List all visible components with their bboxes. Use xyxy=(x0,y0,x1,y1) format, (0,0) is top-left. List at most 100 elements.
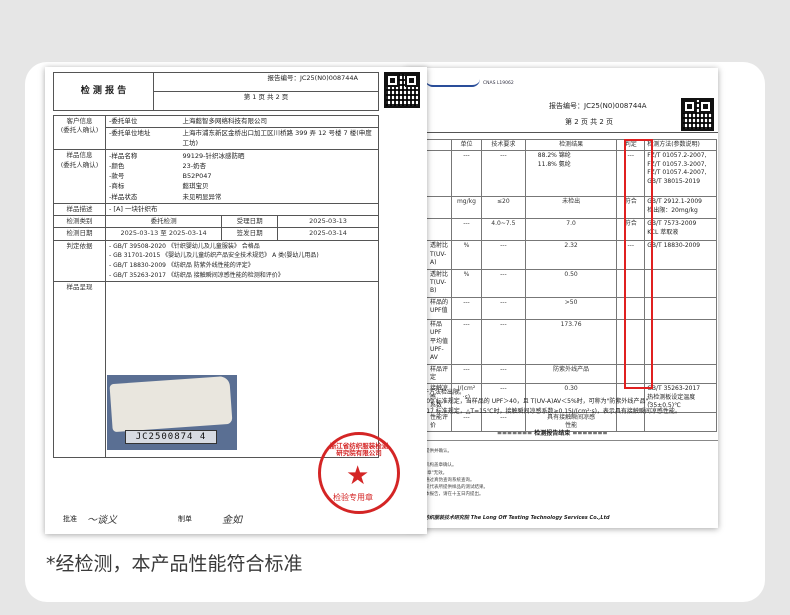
cnas-logo-text: CNAS L19062 xyxy=(483,81,514,86)
test-date-label: 检测日期 xyxy=(53,227,106,241)
cell-req: 4.0~7.5 xyxy=(480,218,526,242)
cell-unit: --- xyxy=(450,296,482,320)
cell-req: --- xyxy=(480,150,526,198)
client-unit-label: -委托单位 xyxy=(105,114,180,129)
cell-result: >50 xyxy=(524,296,618,320)
client-address-label: -委托单位地址 xyxy=(105,127,180,151)
client-unit-value: 上海懿智多网络科技有限公司 xyxy=(179,114,379,129)
style-label: -款号 xyxy=(109,172,125,181)
table-row: 样品 UPF 平均值 UPF-AV --- --- 173.76 xyxy=(405,318,717,365)
cell-unit: --- xyxy=(450,363,482,385)
sample-name-value: 99129-针织冰感防晒 xyxy=(182,152,245,161)
client-info-label: 客户信息 (委托人确认) xyxy=(53,114,106,151)
sample-desc-label: 样品描述 xyxy=(53,202,106,217)
style-value: B52P047 xyxy=(182,172,212,181)
header-result: 检测结果 xyxy=(524,138,618,152)
cell-req: --- xyxy=(480,296,526,320)
state-label: -样品状态 xyxy=(109,192,138,201)
cell-method: GB/T 2912.1-2009 检出限：20mg/kg xyxy=(644,196,717,220)
basis-item: - GB/T 35263-2017 《纺织品 接触瞬间凉感性能的检测和评价》 xyxy=(109,271,284,279)
cell-method xyxy=(644,363,717,385)
table-row: 样品信息 (委托人确认) -样品名称 -颜色 -款号 -商标 -样品状态 991… xyxy=(53,149,379,204)
header-method: 检测方法(参数说明) xyxy=(644,138,717,152)
sample-photo: JC2500874 4 xyxy=(107,375,237,450)
basis-label: 判定依据 xyxy=(53,239,106,283)
notes: 表示小于方法检出限。 830-2009 标准规定，当样品的 UPF＞40，且 T… xyxy=(405,388,718,416)
header-requirement: 技术要求 xyxy=(480,138,526,152)
cell-unit: % xyxy=(450,268,482,298)
basis-item: - GB/T 18830-2009 《纺织品 防紫外线性能的评定》 xyxy=(109,262,254,270)
cell-result: 2.32 xyxy=(524,240,618,270)
note-line: 830-2009 标准规定，当样品的 UPF＞40，且 T(UV-A)AV＜5%… xyxy=(405,398,655,406)
cell-result: 88.2% 锦纶 11.8% 氨纶 xyxy=(524,150,618,198)
conclusion-caption: *经检测，本产品性能符合标准 xyxy=(46,553,303,575)
issue-date-label: 签发日期 xyxy=(221,227,279,241)
table-header: 项目 单位 技术要求 检测结果 判定 检测方法(参数说明) xyxy=(405,138,717,152)
report-header-table: 检 测 报 告 报告编号：JC25(N0)008744A 第 1 页 共 2 页 xyxy=(53,72,379,111)
sample-field-labels: -样品名称 -颜色 -款号 -商标 -样品状态 xyxy=(105,149,180,204)
cell-result: 0.50 xyxy=(524,268,618,298)
sample-desc-value: - [A] 一块针织布 xyxy=(105,202,379,217)
sample-photo-label: 样品呈现 xyxy=(53,281,106,459)
note-line: 263-2017 标准规定，△T=15℃时，接触瞬间凉感系数≥0.15J/(cm… xyxy=(405,407,681,415)
note-line: 表示小于方法检出限。 xyxy=(405,389,466,396)
cell-method: FZ/T 01057.2-2007, FZ/T 01057.3-2007, FZ… xyxy=(644,150,717,198)
test-category-value: 委托检测 xyxy=(104,214,223,229)
header-unit: 单位 xyxy=(450,138,482,152)
table-row: 客户信息 (委托人确认) -委托单位 上海懿智多网络科技有限公司 xyxy=(53,114,379,151)
issue-date-value: 2025-03-14 xyxy=(277,227,379,241)
table-row: 样品的 UPF值 --- --- >50 xyxy=(405,296,717,320)
cell-req: --- xyxy=(480,240,526,270)
approve-label: 批准 xyxy=(63,515,77,523)
received-date-value: 2025-03-13 xyxy=(277,214,379,229)
table-row: 判定依据 - GB/T 39508-2020 《针织婴幼儿及儿童服装》 合格品 … xyxy=(53,239,379,283)
approve-signature: ～谈义 xyxy=(87,515,117,526)
brand-value: 懿琪宝贝 xyxy=(182,182,209,191)
brand-label: -商标 xyxy=(109,182,125,191)
cell-method xyxy=(644,296,717,320)
end-line xyxy=(405,440,718,441)
page-number: 第 1 页 共 2 页 xyxy=(153,91,379,111)
cell-req: ≤20 xyxy=(480,196,526,220)
table-row: 透射比 T(UV-B) % --- 0.50 xyxy=(405,268,717,298)
cnas-logo-icon xyxy=(425,79,480,87)
cell-unit: --- xyxy=(450,150,482,198)
table-row: 检测日期 2025-03-13 至 2025-03-14 签发日期 2025-0… xyxy=(53,227,379,241)
cell-req: --- xyxy=(480,318,526,365)
table-row: --- 4.0~7.5 7.0 符合 GB/T 7573-2009 KCL 萃取… xyxy=(405,218,717,242)
sample-tag: JC2500874 4 xyxy=(125,430,217,444)
page-footer: 浙江省纺织服装技术研究院 The Long Off Testing Techno… xyxy=(409,515,610,521)
cell-method xyxy=(644,318,717,365)
header-line xyxy=(405,132,718,133)
cell-unit: % xyxy=(450,240,482,270)
report-page-2: CNAS L19062 报告编号：JC25(N0)008744A 第 2 页 共… xyxy=(405,68,718,528)
basis-item: - GB 31701-2015 《婴幼儿及儿童纺织产品安全技术规范》 A 类(婴… xyxy=(109,252,319,260)
table-row: 透射比 T(UV-A) % --- 2.32 --- GB/T 18830-20… xyxy=(405,240,717,270)
cell-method: GB/T 18830-2009 xyxy=(644,240,717,270)
page-number: 第 2 页 共 2 页 xyxy=(565,118,614,126)
qr-code-icon xyxy=(384,72,420,108)
seal-text: 浙江省纺织服装检测研究院有限公司 xyxy=(329,442,389,458)
sample-name-label: -样品名称 xyxy=(109,152,138,161)
cell-req: --- xyxy=(480,268,526,298)
report-number: 报告编号：JC25(N0)008744A xyxy=(549,102,647,110)
test-category-label: 检测类别 xyxy=(53,214,106,229)
cell-unit: --- xyxy=(450,318,482,365)
qr-code-icon xyxy=(681,98,714,131)
basis-item: - GB/T 39508-2020 《针织婴幼儿及儿童服装》 合格品 xyxy=(109,242,260,250)
color-value: 23-奶杏 xyxy=(182,162,207,171)
cell-result: 7.0 xyxy=(524,218,618,242)
official-seal-stamp: 浙江省纺织服装检测研究院有限公司 ★ 检验专用章 xyxy=(318,432,400,514)
cell-method xyxy=(644,268,717,298)
cell-method: GB/T 7573-2009 KCL 萃取液 xyxy=(644,218,717,242)
star-icon: ★ xyxy=(346,461,370,491)
report-title: 检 测 报 告 xyxy=(53,72,154,111)
verdict-highlight-box xyxy=(624,139,653,389)
table-row: mg/kg ≤20 未检出 符合 GB/T 2912.1-2009 检出限：20… xyxy=(405,196,717,220)
table-row: 检测类别 委托检测 受理日期 2025-03-13 xyxy=(53,214,379,229)
report-number: 报告编号：JC25(N0)008744A xyxy=(153,72,379,92)
table-row: 样品描述 - [A] 一块针织布 xyxy=(53,202,379,217)
received-date-label: 受理日期 xyxy=(221,214,279,229)
cell-req: --- xyxy=(480,363,526,385)
seal-subtext: 检验专用章 xyxy=(333,493,373,502)
